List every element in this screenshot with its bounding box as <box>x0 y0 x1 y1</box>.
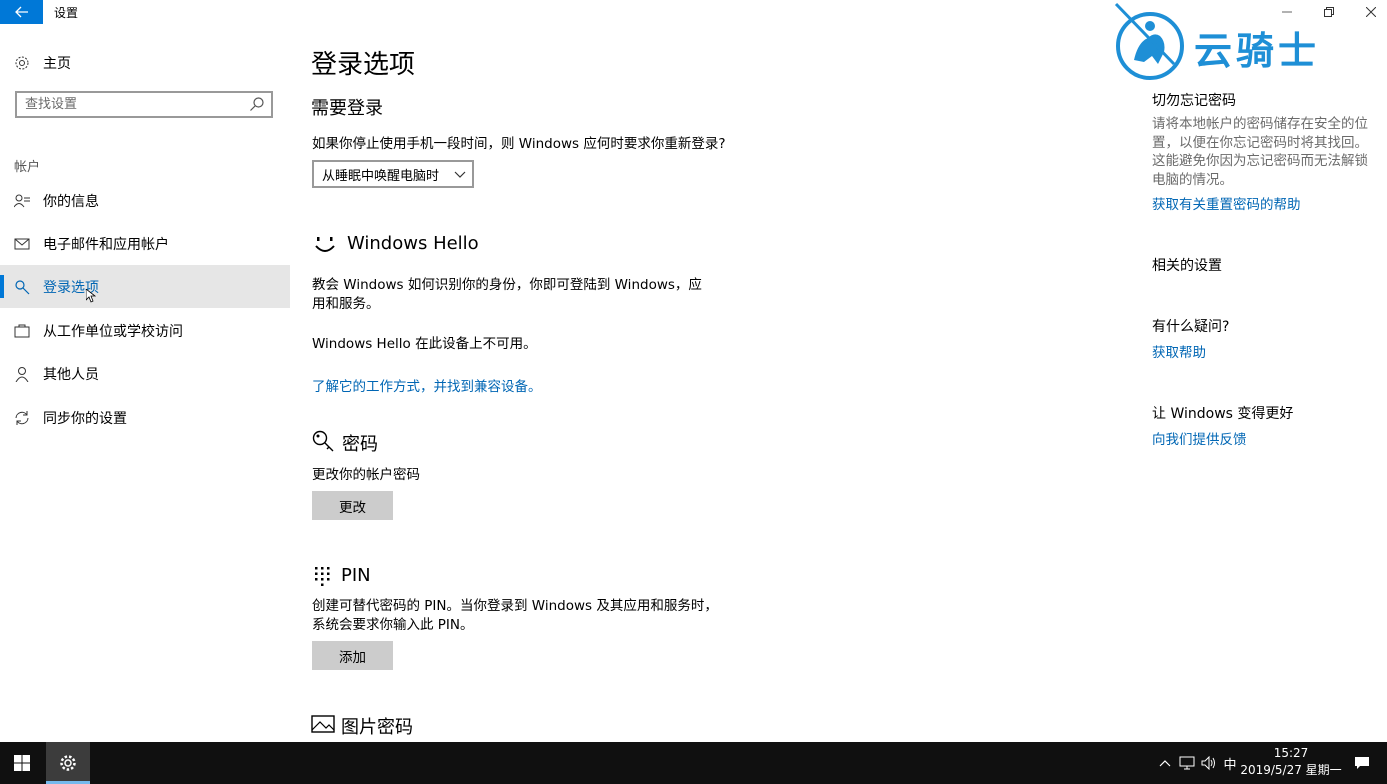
chevron-down-icon <box>454 171 466 178</box>
question-heading: 有什么疑问? <box>1152 319 1230 335</box>
arrow-left-icon <box>14 6 28 18</box>
briefcase-icon <box>14 323 30 339</box>
add-pin-button[interactable]: 添加 <box>312 641 393 670</box>
pin-heading: PIN <box>341 565 371 586</box>
key-icon <box>311 429 335 453</box>
sidebar-item-email-accounts[interactable]: 电子邮件和应用帐户 <box>0 222 290 265</box>
taskbar-clock[interactable]: 15:27 2019/5/27 星期一 <box>1236 745 1346 779</box>
notification-icon <box>1355 757 1369 769</box>
sidebar-home-label: 主页 <box>43 56 71 72</box>
feedback-link[interactable]: 向我们提供反馈 <box>1152 428 1247 448</box>
search-field[interactable] <box>15 91 273 118</box>
keypad-icon <box>313 566 331 586</box>
volume-icon <box>1201 756 1215 770</box>
key-icon <box>14 279 30 295</box>
person-icon <box>14 366 30 382</box>
window-title: 设置 <box>54 6 79 20</box>
watermark-text: 云骑士 <box>1194 29 1321 73</box>
password-heading: 密码 <box>342 434 378 455</box>
require-signin-heading: 需要登录 <box>311 98 383 119</box>
require-signin-dropdown[interactable]: 从睡眠中唤醒电脑时 <box>312 160 474 188</box>
forgot-password-heading: 切勿忘记密码 <box>1152 93 1236 109</box>
taskbar-settings-app[interactable] <box>46 742 90 784</box>
active-indicator <box>0 275 4 298</box>
windows-hello-heading: Windows Hello <box>347 233 479 254</box>
knight-logo-icon <box>1114 2 1184 80</box>
sidebar-item-home[interactable]: 主页 <box>0 48 290 78</box>
clock-time: 15:27 <box>1273 746 1309 760</box>
search-input[interactable] <box>17 93 245 116</box>
mouse-cursor-icon <box>86 289 96 303</box>
gear-icon <box>60 755 76 771</box>
mail-icon <box>14 236 30 252</box>
pin-description: 创建可替代密码的 PIN。当你登录到 Windows 及其应用和服务时，系统会要… <box>312 598 718 633</box>
show-hidden-icons-button[interactable] <box>1156 742 1174 784</box>
smiley-icon <box>313 234 337 256</box>
sidebar-item-work-school[interactable]: 从工作单位或学校访问 <box>0 309 290 352</box>
windows-hello-unavailable: Windows Hello 在此设备上不可用。 <box>312 336 537 352</box>
close-icon <box>1366 7 1376 17</box>
related-settings-heading: 相关的设置 <box>1152 258 1222 274</box>
dropdown-value: 从睡眠中唤醒电脑时 <box>322 168 440 184</box>
picture-password-heading: 图片密码 <box>341 717 413 738</box>
chevron-up-icon <box>1159 760 1171 767</box>
sidebar-item-label: 从工作单位或学校访问 <box>43 323 183 340</box>
network-icon <box>1179 756 1195 770</box>
require-signin-question: 如果你停止使用手机一段时间，则 Windows 应何时要求你重新登录? <box>312 136 726 152</box>
change-password-button[interactable]: 更改 <box>312 491 393 520</box>
picture-icon <box>311 714 335 734</box>
watermark-logo: 云骑士 <box>1112 2 1362 82</box>
sidebar-item-label: 同步你的设置 <box>43 410 127 427</box>
windows-logo-icon <box>14 755 30 771</box>
improve-windows-heading: 让 Windows 变得更好 <box>1152 406 1294 422</box>
sidebar-item-sign-in-options[interactable]: 登录选项 <box>0 265 290 308</box>
gear-icon <box>14 55 30 71</box>
sidebar-item-other-people[interactable]: 其他人员 <box>0 352 290 395</box>
action-center-button[interactable] <box>1350 742 1374 784</box>
back-button[interactable] <box>0 0 43 24</box>
windows-hello-learn-link[interactable]: 了解它的工作方式，并找到兼容设备。 <box>312 375 542 395</box>
forgot-password-text: 请将本地帐户的密码储存在安全的位置，以便在你忘记密码时将其找回。这能避免你因为忘… <box>1152 116 1368 188</box>
search-icon <box>250 97 264 111</box>
page-title: 登录选项 <box>311 50 416 80</box>
sync-icon <box>14 410 30 426</box>
password-description: 更改你的帐户密码 <box>312 467 420 483</box>
sidebar-item-label: 你的信息 <box>43 193 99 210</box>
sidebar-item-your-info[interactable]: 你的信息 <box>0 179 290 222</box>
sidebar-section-label: 帐户 <box>14 160 41 175</box>
volume-button[interactable] <box>1200 742 1218 784</box>
get-help-link[interactable]: 获取帮助 <box>1152 341 1206 361</box>
person-card-icon <box>14 193 30 209</box>
windows-hello-description: 教会 Windows 如何识别你的身份，你即可登陆到 Windows，应用和服务… <box>312 277 702 312</box>
sidebar-item-sync-settings[interactable]: 同步你的设置 <box>0 396 290 439</box>
start-button[interactable] <box>0 742 44 784</box>
sidebar-item-label: 其他人员 <box>43 366 99 383</box>
clock-date: 2019/5/27 星期一 <box>1240 763 1342 777</box>
sidebar-item-label: 电子邮件和应用帐户 <box>43 236 169 253</box>
reset-password-help-link[interactable]: 获取有关重置密码的帮助 <box>1152 193 1301 213</box>
network-button[interactable] <box>1178 742 1196 784</box>
